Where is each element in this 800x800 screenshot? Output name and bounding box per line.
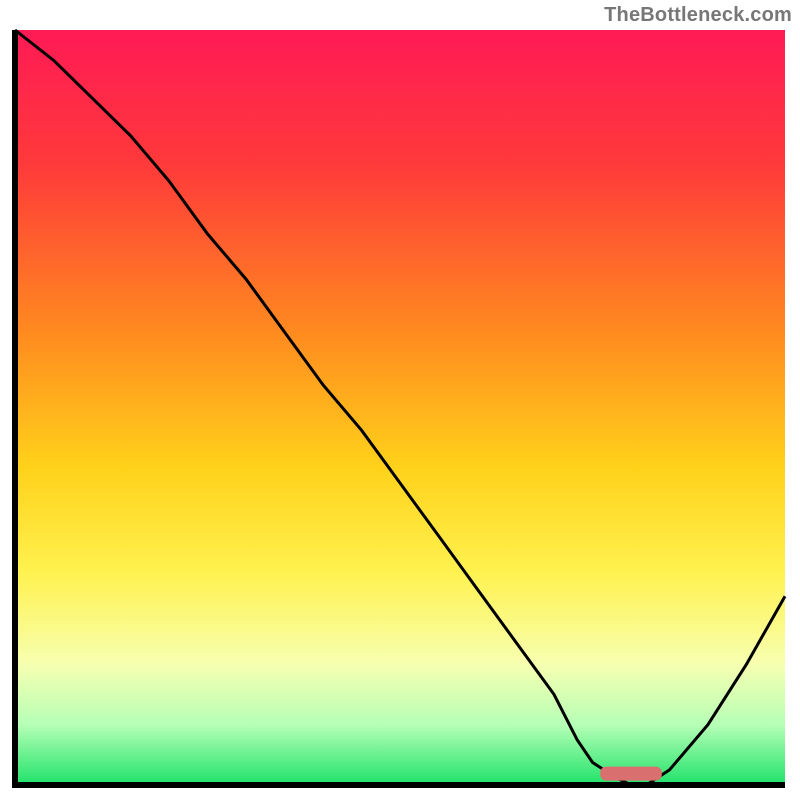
bottleneck-chart — [0, 0, 800, 800]
watermark-text: TheBottleneck.com — [604, 4, 792, 27]
chart-container: { "watermark": "TheBottleneck.com", "cha… — [0, 0, 800, 800]
gradient-background — [15, 30, 785, 785]
optimal-zone-marker — [600, 767, 662, 781]
